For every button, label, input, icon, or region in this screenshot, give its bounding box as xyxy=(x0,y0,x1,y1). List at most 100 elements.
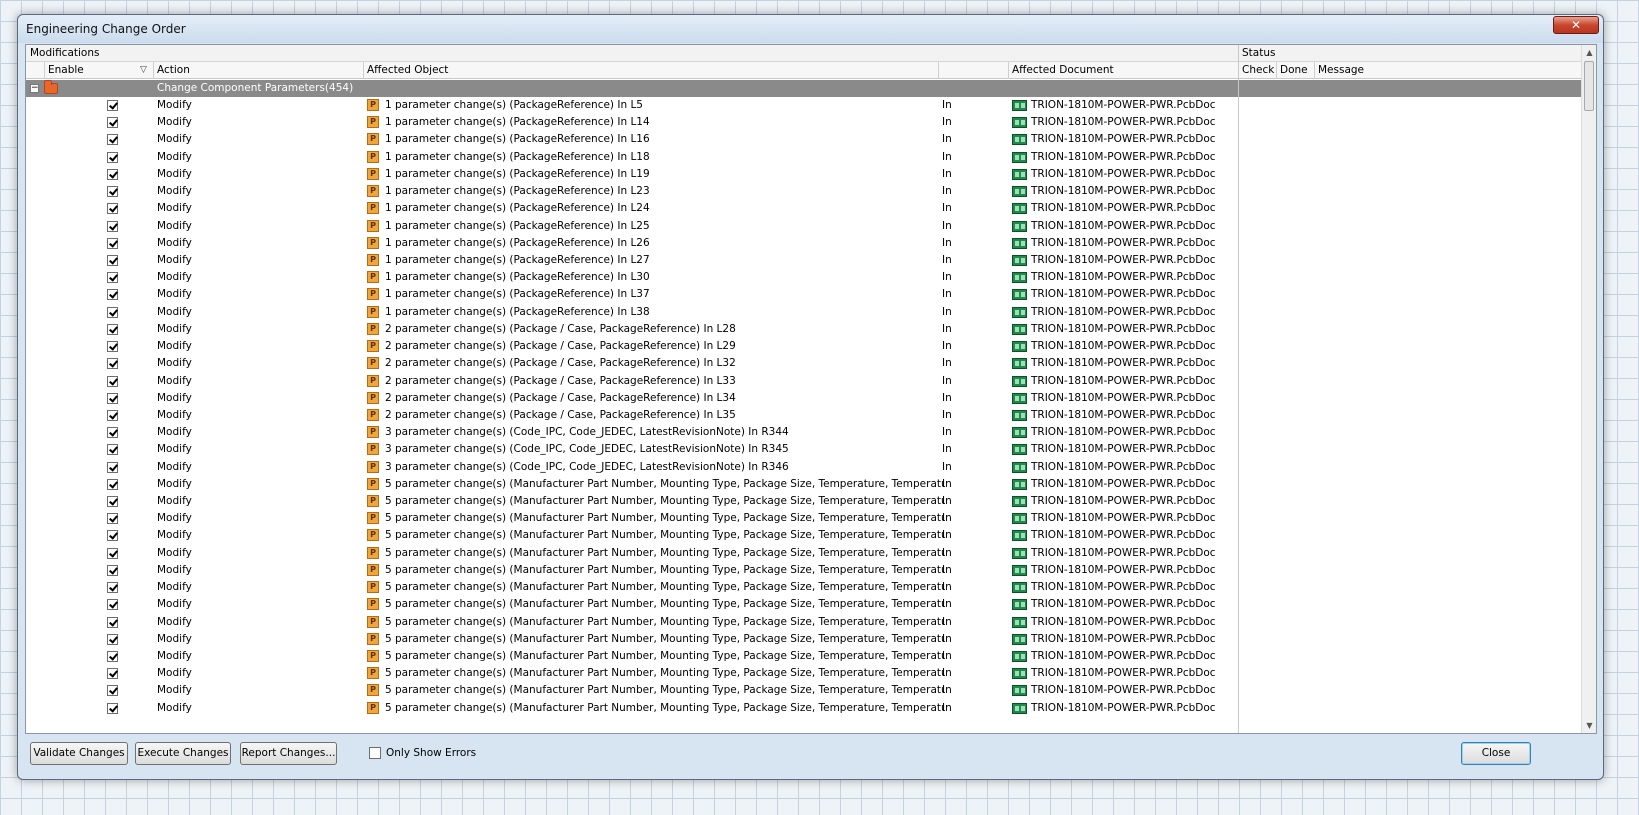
table-row[interactable]: Modify P 2 parameter change(s) (Package / … xyxy=(26,321,1238,338)
enable-checkbox[interactable] xyxy=(107,392,118,404)
enable-checkbox[interactable] xyxy=(107,702,118,714)
enable-checkbox[interactable] xyxy=(107,134,118,146)
affected-document-cell: TRION-1810M-POWER-PWR.PcbDoc xyxy=(1031,340,1216,353)
scroll-up-icon[interactable]: ▲ xyxy=(1582,45,1596,60)
enable-checkbox[interactable] xyxy=(107,100,118,111)
table-row[interactable]: Modify P 2 parameter change(s) (Package / … xyxy=(26,407,1238,424)
table-row[interactable]: Modify P 1 parameter change(s) (PackageRef… xyxy=(26,114,1238,131)
enable-checkbox[interactable] xyxy=(107,151,118,163)
pcb-document-icon xyxy=(1012,254,1027,266)
report-changes-button[interactable]: Report Changes... xyxy=(240,742,337,765)
table-row[interactable]: Modify P 1 parameter change(s) (PackageRef… xyxy=(26,183,1238,200)
col-done[interactable]: Done xyxy=(1276,62,1308,79)
execute-changes-button[interactable]: Execute Changes xyxy=(135,742,231,765)
enable-checkbox[interactable] xyxy=(107,358,118,370)
table-row[interactable]: Modify P 5 parameter change(s) (Manufactur… xyxy=(26,510,1238,527)
enable-checkbox[interactable] xyxy=(107,375,118,387)
table-row[interactable]: Modify P 1 parameter change(s) (PackageRef… xyxy=(26,131,1238,148)
scroll-thumb[interactable] xyxy=(1584,61,1594,111)
enable-checkbox[interactable] xyxy=(107,496,118,508)
table-row[interactable]: Modify P 5 parameter change(s) (Manufactur… xyxy=(26,596,1238,613)
table-row[interactable]: Modify P 5 parameter change(s) (Manufactur… xyxy=(26,562,1238,579)
enable-checkbox[interactable] xyxy=(107,513,118,525)
sort-filter-icon[interactable]: ▽ xyxy=(140,62,147,79)
col-enable[interactable]: Enable xyxy=(44,62,84,79)
pcb-document-icon xyxy=(1012,151,1027,163)
table-row[interactable]: Modify P 5 parameter change(s) (Manufactur… xyxy=(26,648,1238,665)
table-row[interactable]: Modify P 5 parameter change(s) (Manufactur… xyxy=(26,527,1238,544)
status-divider xyxy=(1238,45,1239,733)
close-icon[interactable]: ✕ xyxy=(1553,16,1599,34)
enable-checkbox[interactable] xyxy=(107,117,118,129)
group-row-component-parameters[interactable]: − Change Component Parameters(454) xyxy=(26,80,1582,97)
enable-checkbox[interactable] xyxy=(107,461,118,473)
enable-checkbox[interactable] xyxy=(107,203,118,215)
col-affected-object[interactable]: Affected Object xyxy=(363,62,448,79)
enable-checkbox[interactable] xyxy=(107,272,118,284)
col-check[interactable]: Check xyxy=(1238,62,1274,79)
table-row[interactable]: Modify P 2 parameter change(s) (Package / … xyxy=(26,390,1238,407)
direction-cell: In xyxy=(942,632,952,645)
enable-checkbox[interactable] xyxy=(107,237,118,249)
enable-checkbox[interactable] xyxy=(107,599,118,611)
table-row[interactable]: Modify P 1 parameter change(s) (PackageRef… xyxy=(26,149,1238,166)
table-row[interactable]: Modify P 5 parameter change(s) (Manufactur… xyxy=(26,665,1238,682)
collapse-icon[interactable]: − xyxy=(30,84,39,93)
table-row[interactable]: Modify P 5 parameter change(s) (Manufactur… xyxy=(26,476,1238,493)
table-row[interactable]: Modify P 1 parameter change(s) (PackageRef… xyxy=(26,269,1238,286)
enable-checkbox[interactable] xyxy=(107,547,118,559)
table-row[interactable]: Modify P 1 parameter change(s) (PackageRef… xyxy=(26,166,1238,183)
table-row[interactable]: Modify P 5 parameter change(s) (Manufactur… xyxy=(26,493,1238,510)
enable-checkbox[interactable] xyxy=(107,289,118,301)
enable-checkbox[interactable] xyxy=(107,220,118,232)
enable-checkbox[interactable] xyxy=(107,530,118,542)
affected-object-cell: 1 parameter change(s) (PackageReference)… xyxy=(385,219,650,232)
scroll-down-icon[interactable]: ▼ xyxy=(1582,718,1596,733)
table-row[interactable]: Modify P 1 parameter change(s) (PackageRef… xyxy=(26,200,1238,217)
vertical-scrollbar[interactable]: ▲ ▼ xyxy=(1581,45,1596,733)
table-row[interactable]: Modify P 3 parameter change(s) (Code_IPC, … xyxy=(26,441,1238,458)
table-row[interactable]: Modify P 3 parameter change(s) (Code_IPC, … xyxy=(26,424,1238,441)
col-message[interactable]: Message xyxy=(1314,62,1364,79)
enable-checkbox[interactable] xyxy=(107,444,118,456)
action-cell: Modify xyxy=(157,305,192,318)
enable-checkbox[interactable] xyxy=(107,685,118,697)
enable-checkbox[interactable] xyxy=(107,409,118,421)
table-row[interactable]: Modify P 1 parameter change(s) (PackageRef… xyxy=(26,286,1238,303)
enable-checkbox[interactable] xyxy=(107,478,118,490)
table-row[interactable]: Modify P 5 parameter change(s) (Manufactur… xyxy=(26,700,1238,717)
enable-checkbox[interactable] xyxy=(107,582,118,594)
table-row[interactable]: Modify P 5 parameter change(s) (Manufactur… xyxy=(26,682,1238,699)
table-row[interactable]: Modify P 5 parameter change(s) (Manufactur… xyxy=(26,545,1238,562)
table-row[interactable]: Modify P 2 parameter change(s) (Package / … xyxy=(26,355,1238,372)
enable-checkbox[interactable] xyxy=(107,564,118,576)
affected-object-cell: 5 parameter change(s) (Manufacturer Part… xyxy=(385,512,945,525)
table-row[interactable]: Modify P 2 parameter change(s) (Package / … xyxy=(26,338,1238,355)
col-affected-document[interactable]: Affected Document xyxy=(1008,62,1114,79)
enable-checkbox[interactable] xyxy=(107,168,118,180)
enable-checkbox[interactable] xyxy=(107,633,118,645)
enable-checkbox[interactable] xyxy=(107,254,118,266)
close-button[interactable]: Close xyxy=(1461,742,1531,765)
enable-checkbox[interactable] xyxy=(107,186,118,198)
enable-checkbox[interactable] xyxy=(107,323,118,335)
table-row[interactable]: Modify P 2 parameter change(s) (Package / … xyxy=(26,373,1238,390)
col-action[interactable]: Action xyxy=(153,62,190,79)
table-row[interactable]: Modify P 1 parameter change(s) (PackageRef… xyxy=(26,97,1238,114)
table-row[interactable]: Modify P 1 parameter change(s) (PackageRef… xyxy=(26,218,1238,235)
only-show-errors-checkbox[interactable] xyxy=(369,747,381,759)
table-row[interactable]: Modify P 3 parameter change(s) (Code_IPC, … xyxy=(26,459,1238,476)
table-row[interactable]: Modify P 1 parameter change(s) (PackageRef… xyxy=(26,235,1238,252)
table-row[interactable]: Modify P 1 parameter change(s) (PackageRef… xyxy=(26,304,1238,321)
table-row[interactable]: Modify P 5 parameter change(s) (Manufactur… xyxy=(26,579,1238,596)
enable-checkbox[interactable] xyxy=(107,427,118,439)
enable-checkbox[interactable] xyxy=(107,616,118,628)
table-row[interactable]: Modify P 5 parameter change(s) (Manufactur… xyxy=(26,631,1238,648)
enable-checkbox[interactable] xyxy=(107,651,118,662)
validate-changes-button[interactable]: Validate Changes xyxy=(30,742,128,765)
table-row[interactable]: Modify P 5 parameter change(s) (Manufactur… xyxy=(26,614,1238,631)
enable-checkbox[interactable] xyxy=(107,306,118,318)
table-row[interactable]: Modify P 1 parameter change(s) (PackageRef… xyxy=(26,252,1238,269)
enable-checkbox[interactable] xyxy=(107,668,118,680)
enable-checkbox[interactable] xyxy=(107,341,118,353)
